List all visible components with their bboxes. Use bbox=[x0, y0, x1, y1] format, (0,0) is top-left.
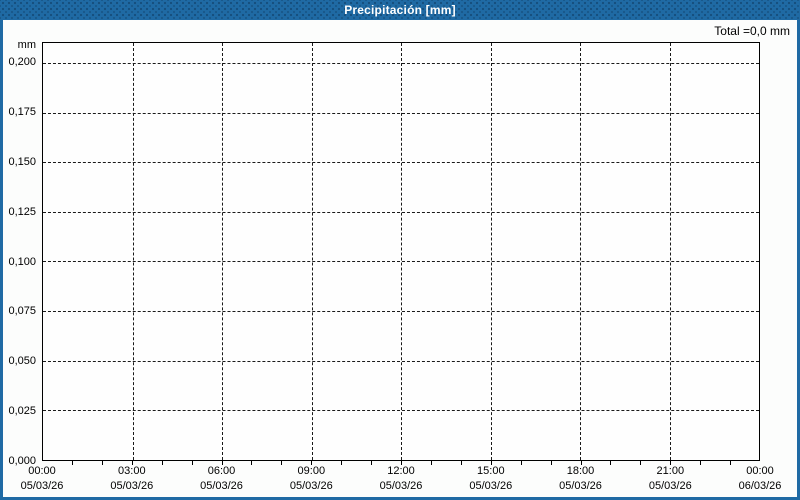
y-tick-label: 0,025 bbox=[8, 405, 36, 418]
chart-window: Precipitación [mm] Total =0,0 mm mm 0,20… bbox=[0, 0, 800, 500]
x-axis-tick-labels: 00:00 05/03/26 03:00 05/03/26 06:00 05/03/26 0… bbox=[21, 461, 782, 497]
x-tick-time-label: 06:00 bbox=[207, 465, 236, 477]
x-tick-date-label: 06/03/26 bbox=[738, 480, 782, 492]
chart-title: Precipitación [mm] bbox=[344, 3, 456, 17]
x-tick-date-label: 05/03/26 bbox=[110, 480, 154, 492]
x-tick-time-label: 03:00 bbox=[118, 465, 146, 477]
x-tick-time-label: 18:00 bbox=[566, 465, 595, 477]
x-tick-time-label: 12:00 bbox=[387, 465, 415, 477]
plot-area bbox=[42, 42, 760, 461]
y-tick-label: 0,200 bbox=[8, 56, 36, 68]
chart-title-bar: Precipitación [mm] bbox=[0, 0, 800, 20]
x-tick-date-label: 05/03/26 bbox=[559, 480, 602, 492]
x-tick-time-label: 09:00 bbox=[297, 465, 326, 477]
y-tick-label: 0,050 bbox=[8, 355, 36, 368]
y-axis-tick-labels: 0,200 0,175 0,150 0,125 0,100 0,075 0,050 0,025… bbox=[0, 42, 36, 467]
x-tick-date-label: 05/03/26 bbox=[289, 480, 333, 492]
x-tick-time-label: 00:00 bbox=[746, 465, 774, 477]
y-tick-label: 0,175 bbox=[8, 105, 36, 118]
x-tick-date-label: 05/03/26 bbox=[379, 480, 423, 492]
y-tick-label: 0,125 bbox=[8, 205, 36, 218]
x-tick-time-label: 15:00 bbox=[477, 465, 505, 477]
x-tick-date-label: 05/03/26 bbox=[200, 480, 243, 492]
y-tick-label: 0,150 bbox=[8, 155, 36, 168]
series-layer bbox=[43, 43, 759, 460]
x-tick-time-label: 21:00 bbox=[656, 465, 685, 477]
x-tick-date-label: 05/03/26 bbox=[469, 480, 513, 492]
x-tick-date-label: 05/03/26 bbox=[648, 480, 692, 492]
x-tick-time-label: 00:00 bbox=[28, 465, 56, 477]
y-tick-label: 0,075 bbox=[8, 305, 36, 318]
x-tick-date-label: 05/03/26 bbox=[20, 480, 64, 492]
total-label: Total =0,0 mm bbox=[714, 24, 790, 38]
y-tick-label: 0,100 bbox=[8, 255, 36, 268]
